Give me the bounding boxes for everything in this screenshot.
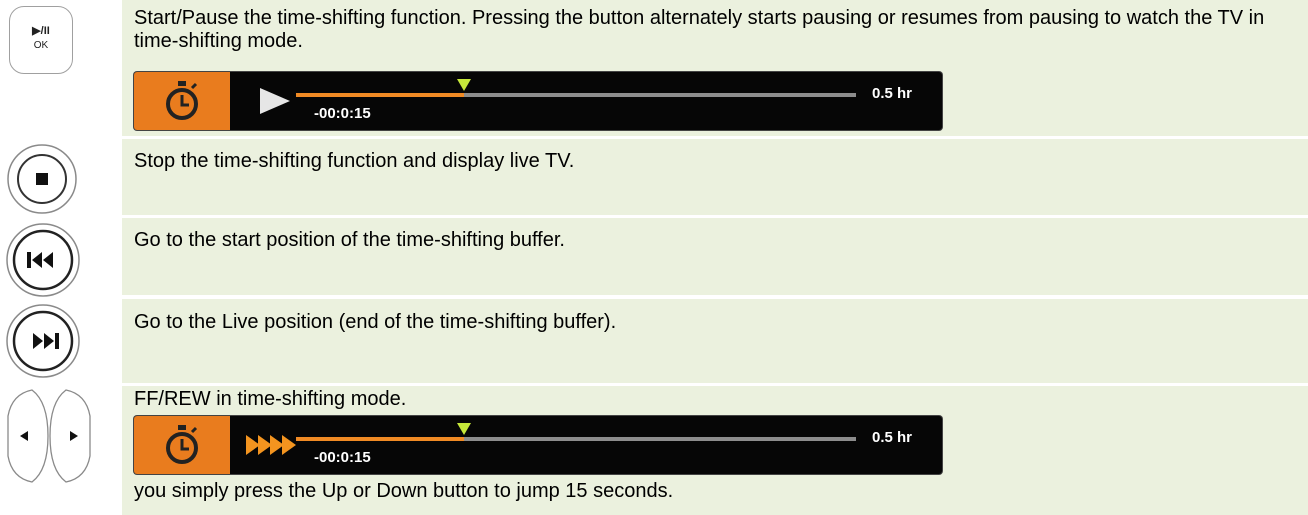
skip-forward-button[interactable] [5,303,81,379]
row-play-pause: ▶/II OK Start/Pause the time-shifting fu… [0,0,1308,136]
description-text: Stop the time-shifting function and disp… [134,150,575,172]
position-marker [457,79,471,91]
footer-text: you simply press the Up or Down button t… [134,480,674,502]
ok-label: OK [33,40,49,51]
progress-track [296,79,856,97]
timeshift-osd-bar: -00:0:15 0.5 hr [134,72,942,130]
play-pause-icon: ▶/II [32,25,50,37]
row-skip-forward: Go to the Live position (end of the time… [0,299,1308,383]
description-cell: Stop the time-shifting function and disp… [122,139,1308,215]
description-cell: Go to the Live position (end of the time… [122,299,1308,383]
left-right-arrows-button[interactable] [4,386,94,486]
progress-track [296,423,856,441]
timeshift-osd-bar: -00:0:15 0.5 hr [134,416,942,474]
description-cell: Go to the start position of the time-shi… [122,218,1308,295]
description-cell: Start/Pause the time-shifting function. … [122,0,1308,136]
description-cell: FF/REW in time-shifting mode. -00:0:15 0… [122,386,1308,515]
total-duration: 0.5 hr [872,85,913,102]
play-pause-ok-button[interactable]: ▶/II OK [9,6,73,74]
play-icon [256,86,294,121]
elapsed-time: -00:0:15 [314,449,371,466]
progress-fill [296,437,464,441]
elapsed-time: -00:0:15 [314,105,371,122]
description-text: Go to the start position of the time-shi… [134,229,565,251]
fast-forward-icon [244,432,300,463]
description-text: FF/REW in time-shifting mode. [134,388,407,410]
progress-fill [296,93,464,97]
description-text: Go to the Live position (end of the time… [134,311,617,333]
row-stop: Stop the time-shifting function and disp… [0,139,1308,215]
skip-back-button[interactable] [5,222,81,298]
timer-icon [134,416,230,474]
total-duration: 0.5 hr [872,429,913,446]
description-text: Start/Pause the time-shifting function. … [134,7,1265,52]
row-skip-back: Go to the start position of the time-shi… [0,218,1308,298]
stop-button[interactable] [2,143,82,215]
stop-icon [36,173,48,185]
row-ff-rew: FF/REW in time-shifting mode. -00:0:15 0… [0,386,1308,515]
position-marker [457,423,471,435]
timer-icon [134,72,230,130]
